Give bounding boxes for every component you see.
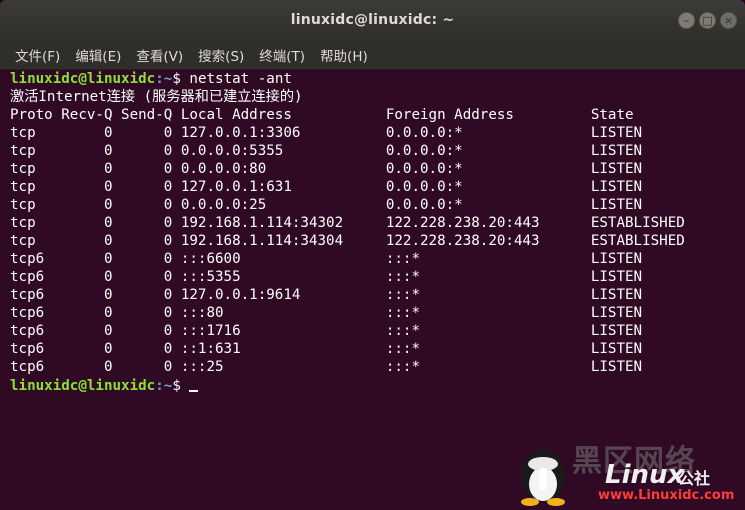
watermark-brand: Linux bbox=[605, 460, 685, 490]
window-title: linuxidc@linuxidc: ~ bbox=[290, 12, 455, 28]
active-prompt-line[interactable]: linuxidc@linuxidc:~$ bbox=[10, 376, 745, 394]
output-row: tcp 0 0 127.0.0.1:631 0.0.0.0:* LISTEN bbox=[10, 179, 643, 195]
output-row: tcp 0 0 127.0.0.1:3306 0.0.0.0:* LISTEN bbox=[10, 125, 643, 141]
menu-edit[interactable]: 编辑(E) bbox=[68, 45, 128, 65]
menu-file[interactable]: 文件(F) bbox=[8, 45, 67, 65]
window-controls: – □ × bbox=[678, 12, 737, 29]
prompt-path: :~ bbox=[155, 378, 173, 394]
output-heading: 激活Internet连接 (服务器和已建立连接的) bbox=[10, 89, 303, 105]
site-watermark: 黑区网络 Linux 公社 www.Linuxidc.com bbox=[510, 440, 745, 510]
menu-view[interactable]: 查看(V) bbox=[129, 45, 190, 65]
menu-terminal[interactable]: 终端(T) bbox=[252, 45, 312, 65]
minimize-button[interactable]: – bbox=[678, 12, 695, 29]
menu-search[interactable]: 搜索(S) bbox=[191, 45, 251, 65]
title-bar[interactable]: linuxidc@linuxidc: ~ – □ × bbox=[0, 0, 745, 40]
watermark-url: www.Linuxidc.com bbox=[598, 488, 735, 503]
output-row: tcp 0 0 0.0.0.0:80 0.0.0.0:* LISTEN bbox=[10, 161, 643, 177]
watermark-brand-suffix: 公社 bbox=[678, 469, 711, 488]
maximize-button[interactable]: □ bbox=[699, 12, 716, 29]
output-row: tcp6 0 0 :::1716 :::* LISTEN bbox=[10, 323, 643, 339]
output-row: tcp6 0 0 :::5355 :::* LISTEN bbox=[10, 269, 643, 285]
output-column-header: Proto Recv-Q Send-Q Local Address Foreig… bbox=[10, 107, 634, 123]
output-row: tcp6 0 0 :::25 :::* LISTEN bbox=[10, 359, 643, 375]
command-text: netstat -ant bbox=[189, 71, 292, 87]
close-button[interactable]: × bbox=[720, 12, 737, 29]
prompt-path: :~ bbox=[155, 71, 173, 87]
command-line: linuxidc@linuxidc:~$ netstat -ant bbox=[10, 70, 745, 88]
menu-bar: 文件(F) 编辑(E) 查看(V) 搜索(S) 终端(T) 帮助(H) bbox=[0, 40, 745, 70]
tux-penguin-icon bbox=[521, 450, 565, 506]
terminal-window: linuxidc@linuxidc: ~ – □ × 文件(F) 编辑(E) 查… bbox=[0, 0, 745, 510]
prompt-user: linuxidc@linuxidc bbox=[10, 378, 156, 394]
prompt-symbol: $ bbox=[172, 71, 190, 87]
menu-help[interactable]: 帮助(H) bbox=[313, 45, 375, 65]
output-row: tcp6 0 0 :::6600 :::* LISTEN bbox=[10, 251, 643, 267]
output-row: tcp6 0 0 ::1:631 :::* LISTEN bbox=[10, 341, 643, 357]
output-row: tcp6 0 0 :::80 :::* LISTEN bbox=[10, 305, 643, 321]
prompt-user: linuxidc@linuxidc bbox=[10, 71, 156, 87]
output-row: tcp 0 0 192.168.1.114:34304 122.228.238.… bbox=[10, 233, 685, 249]
output-row: tcp 0 0 192.168.1.114:34302 122.228.238.… bbox=[10, 215, 685, 231]
output-row: tcp 0 0 0.0.0.0:5355 0.0.0.0:* LISTEN bbox=[10, 143, 643, 159]
output-row: tcp6 0 0 127.0.0.1:9614 :::* LISTEN bbox=[10, 287, 643, 303]
output-row: tcp 0 0 0.0.0.0:25 0.0.0.0:* LISTEN bbox=[10, 197, 643, 213]
text-cursor bbox=[189, 376, 199, 392]
prompt-symbol: $ bbox=[172, 378, 190, 394]
